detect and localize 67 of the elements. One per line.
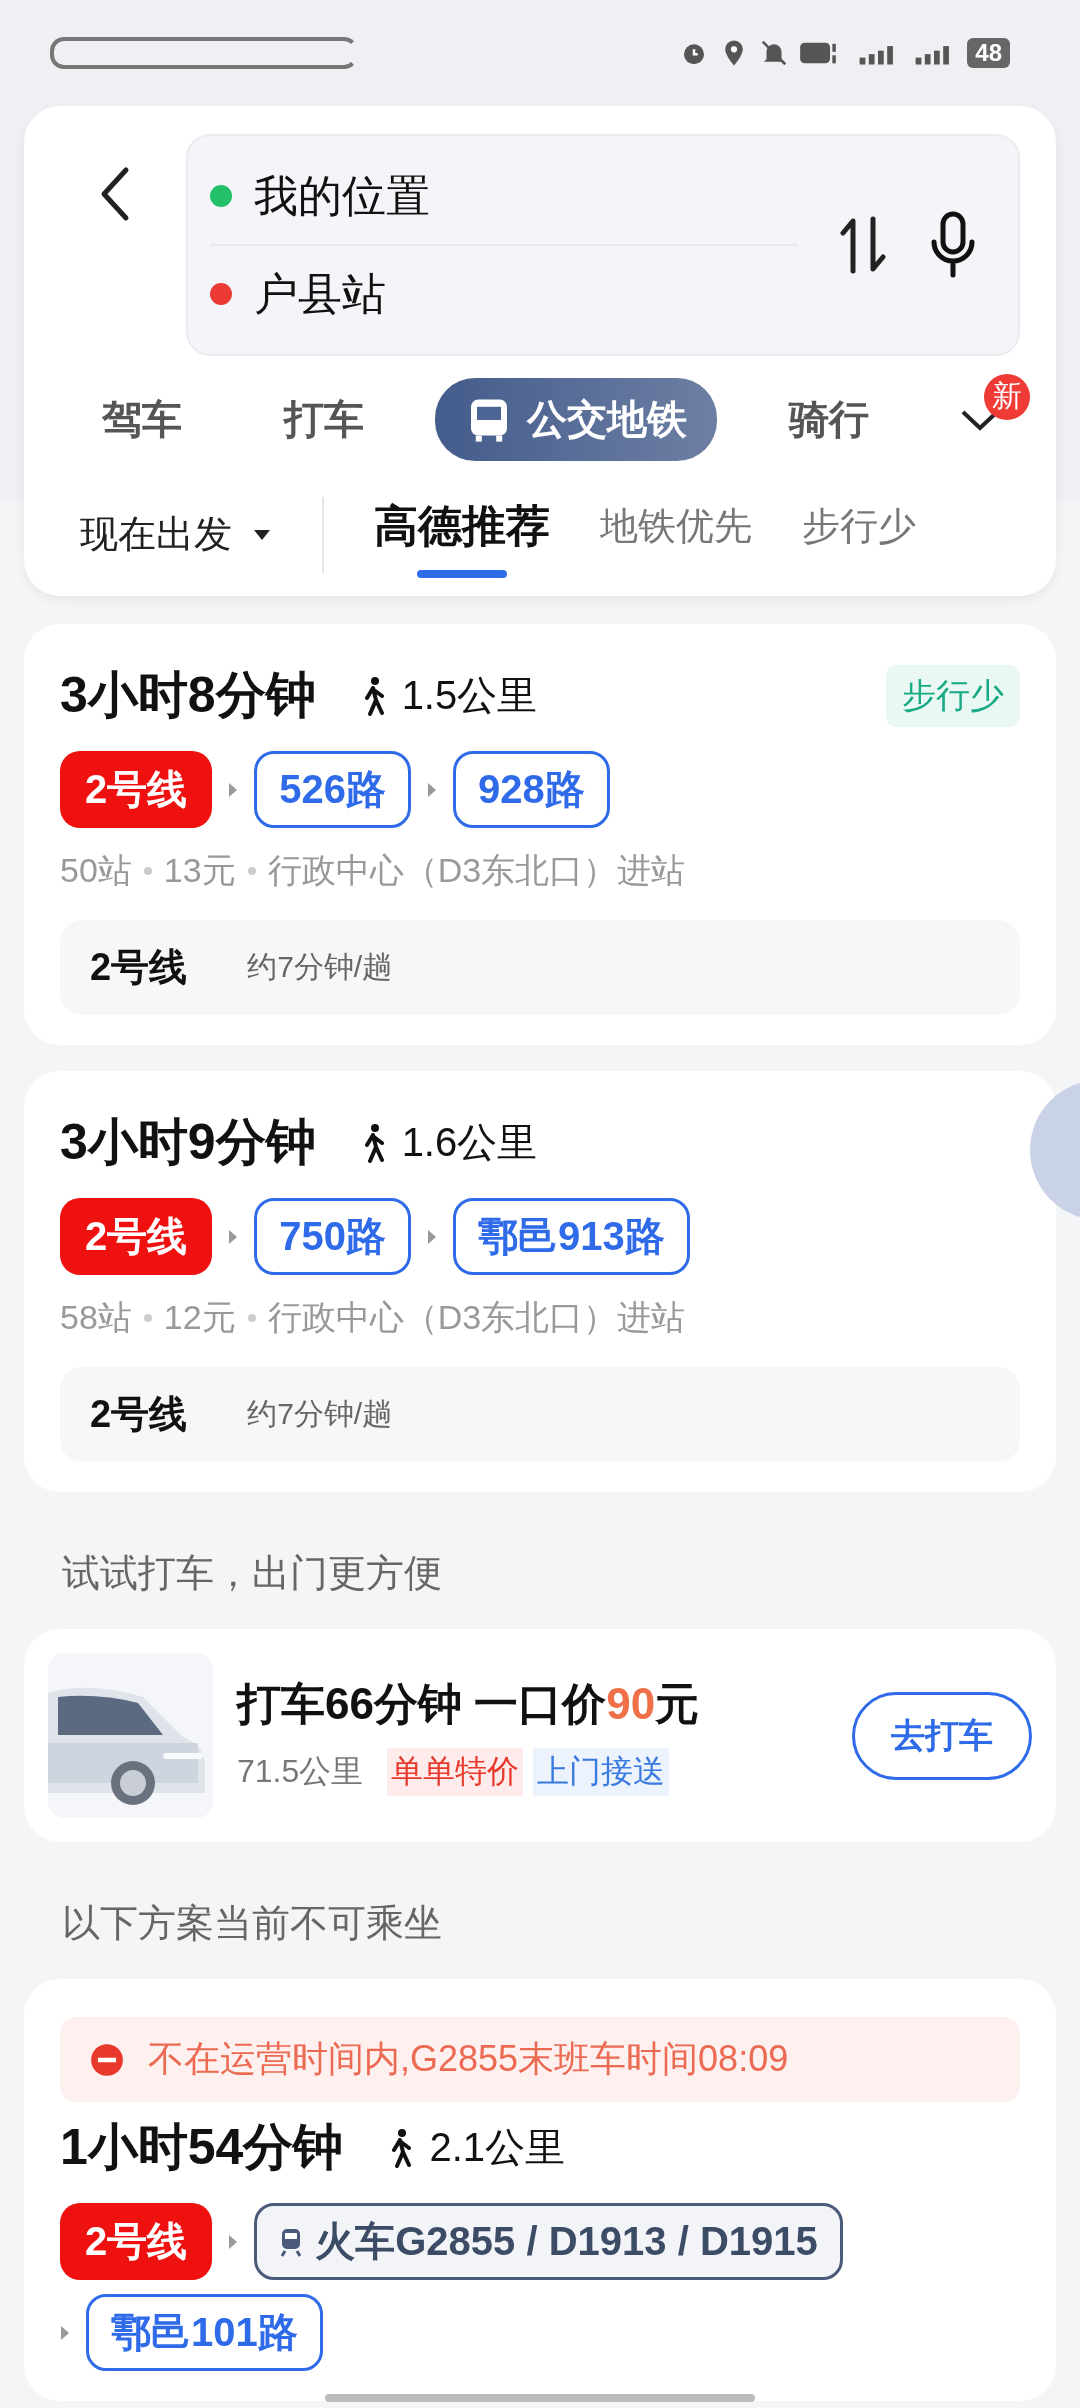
dot-separator <box>247 867 256 875</box>
travel-mode-tab[interactable]: 公交地铁 <box>435 378 717 461</box>
chevron-right-icon <box>228 1228 239 1245</box>
route-card[interactable]: 3小时8分钟 1.5公里 步行少 2号线 526路 928路 50站 13元 行政中心（D3东北口）进站 2号线 约7分钟/趟 <box>24 624 1056 1045</box>
dot-separator <box>247 1314 256 1322</box>
notice-text: 不在运营时间内,G2855末班车时间08:09 <box>148 2037 789 2081</box>
sort-tab[interactable]: 步行少 <box>802 491 916 578</box>
bus-route-tag: 鄠邑913路 <box>453 1198 690 1275</box>
subway-line-tag: 2号线 <box>60 2203 213 2280</box>
chevron-right-icon <box>60 2324 70 2341</box>
route-duration: 1小时54分钟 <box>60 2118 344 2177</box>
walking-distance: 1.6公里 <box>401 1119 538 1166</box>
taxi-offer-title: 打车66分钟 一口价90元 <box>237 1678 701 1730</box>
train-tag: 火车G2855 / D1913 / D1915 <box>254 2203 843 2280</box>
train-icon <box>279 2226 304 2257</box>
travel-mode-tab[interactable]: 驾车 <box>72 378 212 461</box>
travel-mode-tab[interactable]: 骑行 <box>758 378 899 461</box>
route-detail: 12元 <box>163 1297 236 1338</box>
route-card[interactable]: 3小时9分钟 1.6公里 2号线 750路 鄠邑913路 58站 12元 行政中心（D3东北口）进站 2号线 约7分钟/趟 <box>24 1071 1056 1492</box>
route-detail: 58站 <box>60 1297 132 1338</box>
origin-dot-icon <box>210 185 232 207</box>
section-heading: 以下方案当前不可乘坐 <box>61 1901 443 1946</box>
route-duration: 3小时8分钟 <box>60 666 316 725</box>
chevron-right-icon <box>228 2233 239 2250</box>
promo-tag: 上门接送 <box>533 1748 670 1796</box>
dot-separator <box>143 867 152 875</box>
dot-separator <box>143 1314 152 1322</box>
bus-route-tag: 928路 <box>453 751 610 828</box>
subway-line-tag: 2号线 <box>60 1198 213 1275</box>
line-frequency: 约7分钟/趟 <box>247 1396 393 1432</box>
chevron-right-icon <box>427 1228 437 1245</box>
route-duration: 3小时9分钟 <box>60 1113 316 1172</box>
destination-field[interactable]: 户县站 <box>254 264 386 324</box>
departure-time-dropdown[interactable]: 现在出发 <box>60 499 292 570</box>
line-name: 2号线 <box>90 945 188 990</box>
sort-tab[interactable]: 高德推荐 <box>374 487 550 582</box>
travel-mode-tab[interactable]: 打车 <box>253 378 394 461</box>
walking-distance: 2.1公里 <box>429 2124 566 2171</box>
route-detail: 13元 <box>163 850 236 891</box>
route-detail: 行政中心（D3东北口）进站 <box>267 850 686 891</box>
caret-down-icon <box>252 528 272 541</box>
promo-tag: 单单特价 <box>387 1748 524 1796</box>
sort-tab[interactable]: 地铁优先 <box>600 491 752 578</box>
chevron-right-icon <box>427 781 437 798</box>
line-name: 2号线 <box>90 1392 188 1437</box>
route-detail: 50站 <box>60 850 132 891</box>
section-heading: 试试打车，出门更方便 <box>61 1551 443 1596</box>
taxi-card[interactable]: 打车66分钟 一口价90元 71.5公里 单单特价 上门接送 去打车 <box>24 1629 1056 1842</box>
bus-route-tag: 750路 <box>254 1198 411 1275</box>
bus-route-tag: 526路 <box>254 751 411 828</box>
route-detail: 行政中心（D3东北口）进站 <box>267 1297 686 1338</box>
no-entry-icon <box>90 2042 124 2077</box>
line-frequency: 约7分钟/趟 <box>247 949 393 985</box>
destination-dot-icon <box>210 283 232 305</box>
walking-distance: 1.5公里 <box>401 672 538 719</box>
origin-field[interactable]: 我的位置 <box>254 166 430 226</box>
new-badge: 新 <box>984 373 1030 420</box>
route-input-box[interactable]: 我的位置 户县站 <box>186 134 1020 356</box>
bus-route-tag: 鄠邑101路 <box>86 2294 323 2371</box>
subway-line-tag: 2号线 <box>60 751 213 828</box>
battery-level: 48 <box>967 38 1010 68</box>
chevron-right-icon <box>228 781 239 798</box>
taxi-distance: 71.5公里 <box>237 1752 364 1791</box>
route-badge: 步行少 <box>886 664 1020 727</box>
route-card[interactable]: 不在运营时间内,G2855末班车时间08:09 1小时54分钟 2.1公里 2号线 火车G2855 / D1913 / D1915 鄠邑101路 <box>24 1979 1056 2401</box>
call-taxi-button[interactable]: 去打车 <box>852 1691 1032 1780</box>
swap-icon[interactable] <box>838 215 888 275</box>
